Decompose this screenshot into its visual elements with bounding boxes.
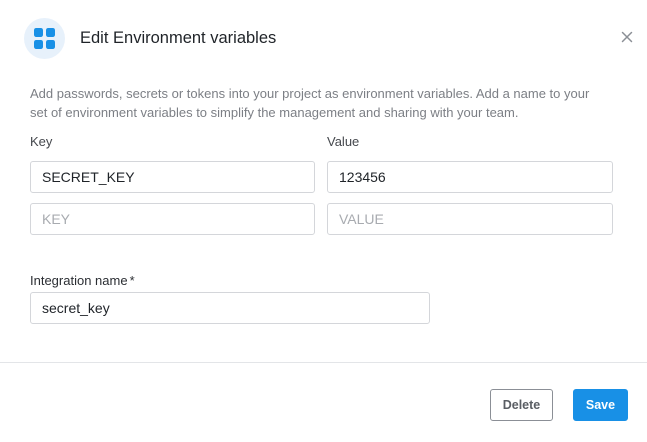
grid-apps-icon bbox=[24, 18, 65, 59]
close-icon[interactable] bbox=[619, 29, 635, 45]
integration-name-input[interactable] bbox=[30, 292, 430, 324]
delete-button[interactable]: Delete bbox=[490, 389, 553, 421]
dialog-header: Edit Environment variables bbox=[24, 18, 635, 60]
env-value-input-2[interactable] bbox=[327, 203, 613, 235]
env-value-input-1[interactable] bbox=[327, 161, 613, 193]
save-button[interactable]: Save bbox=[573, 389, 628, 421]
required-marker: * bbox=[129, 273, 135, 288]
value-column-label: Value bbox=[327, 134, 360, 149]
env-key-input-2[interactable] bbox=[30, 203, 315, 235]
footer-divider bbox=[0, 362, 647, 363]
edit-environment-variables-dialog: Edit Environment variables Add passwords… bbox=[0, 0, 647, 442]
env-key-input-1[interactable] bbox=[30, 161, 315, 193]
key-column-label: Key bbox=[30, 134, 53, 149]
integration-name-label: Integration name * bbox=[30, 273, 135, 288]
integration-name-label-text: Integration name bbox=[30, 273, 128, 288]
dialog-description: Add passwords, secrets or tokens into yo… bbox=[30, 86, 590, 120]
dialog-title: Edit Environment variables bbox=[80, 29, 277, 47]
